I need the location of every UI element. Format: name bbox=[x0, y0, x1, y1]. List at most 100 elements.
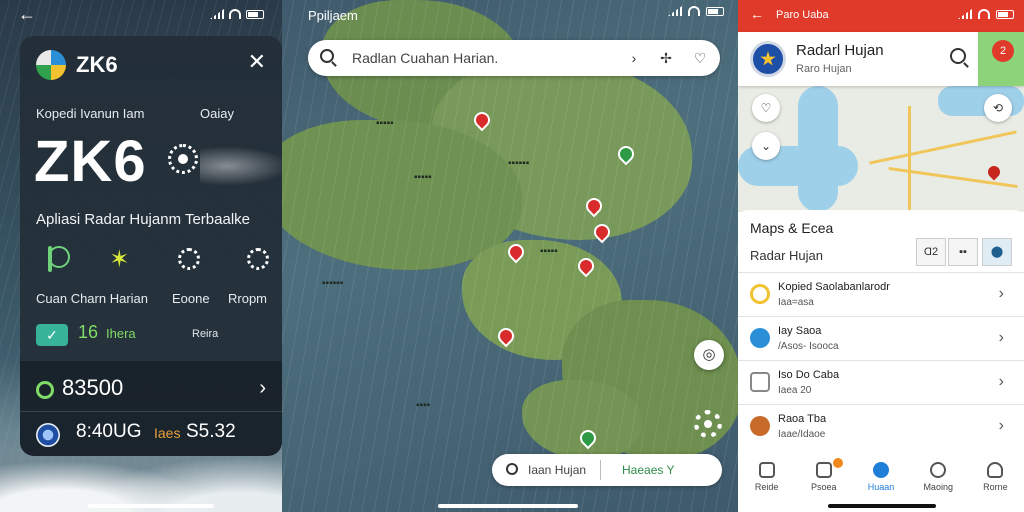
map-search-bar[interactable]: Radlan Cuahan Harian. › ✢ ♡ bbox=[308, 40, 720, 76]
radar-icon bbox=[873, 462, 889, 478]
map-panel[interactable]: Ppiljaem Radlan Cuahan Harian. › ✢ ♡ ▪▪▪… bbox=[282, 0, 738, 512]
label-right: Oaiay bbox=[200, 106, 234, 121]
city-label: ▪▪▪▪▪ bbox=[414, 172, 432, 183]
pin-icon[interactable] bbox=[36, 245, 64, 273]
tab-messages[interactable]: Psoea bbox=[795, 458, 852, 498]
alert-dot bbox=[833, 458, 844, 468]
icon-label: Cuan Charn Harian bbox=[36, 291, 149, 306]
segment-button[interactable]: ▪▪ bbox=[948, 238, 978, 266]
check-icon: ✓ bbox=[36, 324, 68, 346]
list-item[interactable]: Iay Saoa /Asos- Isooca › bbox=[738, 316, 1024, 360]
list-item-title: Raoa Tba bbox=[778, 413, 827, 425]
chevron-down-icon[interactable]: ⌄ bbox=[752, 132, 780, 160]
bottom-search-text: Iaan Hujan bbox=[528, 463, 587, 477]
tab-profile[interactable]: Rorne bbox=[967, 458, 1024, 498]
app-header: Radarl Hujan Raro Hujan 2 bbox=[738, 32, 1024, 86]
rotate-icon[interactable]: ⟲ bbox=[984, 94, 1012, 122]
time-row[interactable]: 8:40UG Iaes S5.32 bbox=[36, 419, 266, 449]
list-item[interactable]: Iso Do Caba Iaea 20 › bbox=[738, 360, 1024, 404]
star-icon[interactable]: ✶ bbox=[105, 245, 133, 273]
city-label: ▪▪▪▪▪▪ bbox=[508, 158, 530, 169]
gear-icon[interactable] bbox=[175, 245, 203, 273]
tab-map[interactable]: Maoing bbox=[910, 458, 967, 498]
mist-graphic bbox=[200, 146, 282, 186]
signal-icon bbox=[210, 9, 224, 19]
city-label: ▪▪▪▪▪ bbox=[540, 246, 558, 257]
battery-icon bbox=[246, 9, 264, 19]
bottom-right-text[interactable]: Haeaes Y bbox=[622, 463, 674, 477]
map-pin[interactable] bbox=[985, 163, 1003, 181]
shield-icon[interactable]: ♡ bbox=[752, 94, 780, 122]
search-icon bbox=[506, 463, 518, 475]
status-bar bbox=[210, 6, 264, 22]
chevron-right-icon: › bbox=[998, 373, 1004, 390]
tab-label: Maoing bbox=[923, 482, 953, 492]
notification-panel[interactable]: 2 bbox=[978, 32, 1024, 86]
page: ← ZK6 ✕ Kopedi Ivanun Iam Oaiay ZK6 Apli… bbox=[0, 0, 1024, 512]
sun-settings-icon[interactable] bbox=[244, 245, 272, 273]
bottom-search-bar[interactable]: Iaan Hujan Haeaes Y bbox=[492, 454, 722, 486]
road bbox=[869, 130, 1017, 165]
status-icons bbox=[958, 9, 1014, 19]
compass-icon[interactable]: ✢ bbox=[656, 48, 676, 68]
tab-home[interactable]: Reide bbox=[738, 458, 795, 498]
search-icon[interactable] bbox=[950, 48, 966, 64]
list-item-title: Iso Do Caba bbox=[778, 369, 840, 381]
home-indicator bbox=[438, 504, 578, 508]
label-left: Kopedi Ivanun Iam bbox=[36, 106, 145, 121]
row2-sub: Iaes bbox=[154, 425, 181, 441]
locate-button[interactable]: ◎ bbox=[694, 340, 724, 370]
icon-label: Rropm bbox=[228, 291, 268, 306]
list: Kopied Saolabanlarodr Iaa=asa › Iay Saoa… bbox=[738, 272, 1024, 448]
list-item[interactable]: Raoa Tba Iaae/Idaoe › bbox=[738, 404, 1024, 448]
list-item-sub: Iaea 20 bbox=[778, 385, 812, 396]
map-icon bbox=[750, 372, 770, 392]
big-code: ZK6 bbox=[34, 129, 147, 194]
sun-icon bbox=[168, 144, 198, 174]
list-item-sub: /Asos- Isooca bbox=[778, 341, 839, 352]
list-item[interactable]: Kopied Saolabanlarodr Iaa=asa › bbox=[738, 272, 1024, 316]
map-title: Ppiljaem bbox=[308, 8, 358, 23]
bottom-sheet: Maps & Ecea Radar Hujan Ɑ2 ▪▪ ⬤ Kopied S… bbox=[738, 210, 1024, 512]
battery-icon bbox=[996, 9, 1014, 19]
back-arrow-icon[interactable]: ← bbox=[18, 4, 36, 25]
search-icon bbox=[320, 49, 334, 63]
signal-icon bbox=[668, 6, 682, 16]
app-subtitle: Raro Hujan bbox=[796, 63, 852, 75]
home-indicator bbox=[88, 504, 214, 508]
compass-icon bbox=[930, 462, 947, 478]
row2-extra: S5.32 bbox=[186, 421, 236, 442]
tab-radar[interactable]: Huaan bbox=[852, 458, 909, 498]
row2-value: 8:40UG bbox=[76, 421, 142, 442]
wifi-icon bbox=[688, 6, 700, 16]
battery-icon bbox=[706, 6, 724, 16]
tab-label: Psoea bbox=[811, 482, 837, 492]
status-title: Paro Uaba bbox=[776, 9, 829, 21]
direction-icon[interactable]: › bbox=[624, 48, 644, 68]
tagline: Apliasi Radar Hujanm Terbaalke bbox=[36, 211, 250, 228]
notification-badge[interactable]: 2 bbox=[992, 40, 1014, 62]
back-arrow-icon[interactable]: ← bbox=[750, 6, 764, 22]
value-row[interactable]: 83500 › bbox=[36, 375, 266, 405]
segment-button[interactable]: ⬤ bbox=[982, 238, 1012, 266]
close-icon[interactable]: ✕ bbox=[248, 50, 266, 74]
row1-value: 83500 bbox=[62, 375, 124, 400]
wifi-icon bbox=[229, 9, 241, 19]
list-item-title: Iay Saoa bbox=[778, 325, 822, 337]
home-indicator bbox=[828, 504, 936, 508]
chevron-right-icon: › bbox=[259, 377, 266, 399]
globe-icon bbox=[36, 423, 60, 447]
mini-map[interactable]: ♡ ⌄ ⟲ bbox=[738, 86, 1024, 212]
gear-icon[interactable] bbox=[694, 410, 722, 438]
list-item-sub: Iaa=asa bbox=[778, 297, 814, 308]
segment-button[interactable]: Ɑ2 bbox=[916, 238, 946, 266]
badge-value: 16 bbox=[78, 322, 99, 342]
target-icon bbox=[36, 381, 54, 399]
list-icon bbox=[750, 284, 770, 304]
badge-unit: Ihera bbox=[106, 326, 136, 341]
profile-icon bbox=[987, 462, 1004, 478]
sheet-subtitle: Radar Hujan bbox=[750, 248, 823, 263]
city-label: ▪▪▪▪▪ bbox=[376, 118, 394, 129]
shield-icon[interactable]: ♡ bbox=[690, 48, 710, 68]
left-panel: ← ZK6 ✕ Kopedi Ivanun Iam Oaiay ZK6 Apli… bbox=[0, 0, 300, 512]
